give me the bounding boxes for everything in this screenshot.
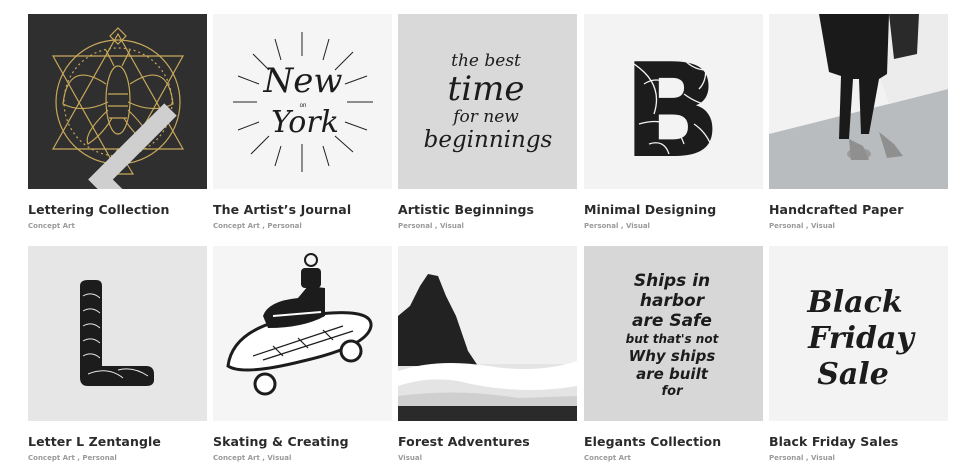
thumbnail-forest-adventures[interactable] (398, 246, 577, 421)
thumbnail-skating-creating[interactable] (213, 246, 392, 421)
card-title[interactable]: Lettering Collection (28, 202, 169, 217)
svg-text:Sale: Sale (817, 357, 889, 392)
category-link[interactable]: Visual (811, 222, 835, 230)
sea-rock-photo (398, 246, 577, 421)
category-link[interactable]: Personal (267, 222, 301, 230)
card-title[interactable]: Letter L Zentangle (28, 434, 161, 449)
card-categories: Personal , Visual (584, 222, 650, 230)
svg-text:the best: the best (451, 51, 521, 71)
category-link[interactable]: Visual (267, 454, 291, 462)
category-link[interactable]: Personal (82, 454, 116, 462)
category-link[interactable]: Personal (398, 222, 432, 230)
skateboard-sneaker-image (213, 246, 392, 421)
svg-text:are Safe: are Safe (632, 311, 712, 331)
portfolio-card-lettering-collection[interactable]: Lettering Collection Concept Art (28, 14, 207, 230)
portfolio-card-minimal-designing[interactable]: B Minimal Designing Personal , Visual (584, 14, 763, 230)
svg-text:Friday: Friday (807, 321, 916, 356)
svg-text:time: time (448, 69, 525, 109)
card-title[interactable]: Artistic Beginnings (398, 202, 534, 217)
thumbnail-artists-journal[interactable]: New on York (213, 14, 392, 189)
portfolio-card-letter-l-zentangle[interactable]: L Letter L Zentangle Concept Art , Perso… (28, 246, 207, 462)
svg-text:Ships in: Ships in (634, 271, 710, 291)
category-link[interactable]: Personal (769, 222, 803, 230)
thumbnail-lettering-collection[interactable] (28, 14, 207, 189)
category-link[interactable]: Personal (769, 454, 803, 462)
new-york-lettering-image: New on York (213, 14, 392, 189)
category-link[interactable]: Concept Art (28, 454, 75, 462)
thumbnail-minimal-designing[interactable]: B (584, 14, 763, 189)
card-title[interactable]: Elegants Collection (584, 434, 721, 449)
best-time-lettering-image: the best time for new beginnings (398, 14, 577, 189)
category-link[interactable]: Concept Art (213, 222, 260, 230)
card-title[interactable]: The Artist’s Journal (213, 202, 351, 217)
portfolio-card-black-friday-sales[interactable]: Black Friday Sale Black Friday Sales Per… (769, 246, 948, 462)
card-title[interactable]: Skating & Creating (213, 434, 349, 449)
portfolio-card-artistic-beginnings[interactable]: the best time for new beginnings Artisti… (398, 14, 577, 230)
art-text-new: New (263, 61, 343, 101)
card-title[interactable]: Handcrafted Paper (769, 202, 904, 217)
category-link[interactable]: Visual (440, 222, 464, 230)
category-link[interactable]: Concept Art (584, 454, 631, 462)
zentangle-letter-l-image: L (28, 246, 207, 421)
card-title[interactable]: Minimal Designing (584, 202, 716, 217)
person-standing-photo (769, 14, 948, 189)
thumbnail-handcrafted-paper[interactable] (769, 14, 948, 189)
card-categories: Concept Art , Personal (28, 454, 117, 462)
leaf-letter-b-image: B (584, 14, 763, 189)
portfolio-card-skating-creating[interactable]: Skating & Creating Concept Art , Visual (213, 246, 392, 462)
svg-text:beginnings: beginnings (424, 127, 553, 153)
slide-prev-arrow-icon[interactable] (46, 92, 177, 189)
category-link[interactable]: Visual (626, 222, 650, 230)
svg-text:harbor: harbor (640, 291, 706, 311)
portfolio-card-forest-adventures[interactable]: Forest Adventures Visual (398, 246, 577, 462)
thumbnail-artistic-beginnings[interactable]: the best time for new beginnings (398, 14, 577, 189)
card-categories: Visual (398, 454, 422, 462)
card-categories: Concept Art , Personal (213, 222, 302, 230)
thumbnail-letter-l-zentangle[interactable]: L (28, 246, 207, 421)
svg-text:Why ships: Why ships (629, 347, 716, 365)
category-link[interactable]: Personal (584, 222, 618, 230)
card-title[interactable]: Forest Adventures (398, 434, 530, 449)
black-friday-lettering-image: Black Friday Sale (769, 246, 948, 421)
portfolio-card-handcrafted-paper[interactable]: Handcrafted Paper Personal , Visual (769, 14, 948, 230)
portfolio-card-artists-journal[interactable]: New on York The Artist’s Journal Concept… (213, 14, 392, 230)
thumbnail-black-friday-sales[interactable]: Black Friday Sale (769, 246, 948, 421)
card-categories: Concept Art (28, 222, 75, 230)
svg-text:for: for (662, 384, 685, 399)
svg-text:for new: for new (451, 107, 519, 127)
category-link[interactable]: Concept Art (213, 454, 260, 462)
card-categories: Personal , Visual (769, 454, 835, 462)
category-link[interactable]: Visual (398, 454, 422, 462)
card-categories: Personal , Visual (769, 222, 835, 230)
svg-text:Black: Black (806, 285, 902, 320)
card-categories: Personal , Visual (398, 222, 464, 230)
thumbnail-elegants-collection[interactable]: Ships in harbor are Safe but that's not … (584, 246, 763, 421)
portfolio-card-elegants-collection[interactable]: Ships in harbor are Safe but that's not … (584, 246, 763, 462)
slide-next-arrow-icon[interactable] (174, 92, 188, 112)
svg-text:B: B (622, 35, 721, 187)
card-categories: Concept Art , Visual (213, 454, 292, 462)
svg-text:are built: are built (636, 365, 709, 383)
card-title[interactable]: Black Friday Sales (769, 434, 898, 449)
svg-text:but that's not: but that's not (626, 332, 720, 346)
card-categories: Concept Art (584, 454, 631, 462)
ships-quote-lettering-image: Ships in harbor are Safe but that's not … (584, 246, 763, 421)
category-link[interactable]: Visual (811, 454, 835, 462)
art-text-york: York (271, 105, 339, 140)
category-link[interactable]: Concept Art (28, 222, 75, 230)
